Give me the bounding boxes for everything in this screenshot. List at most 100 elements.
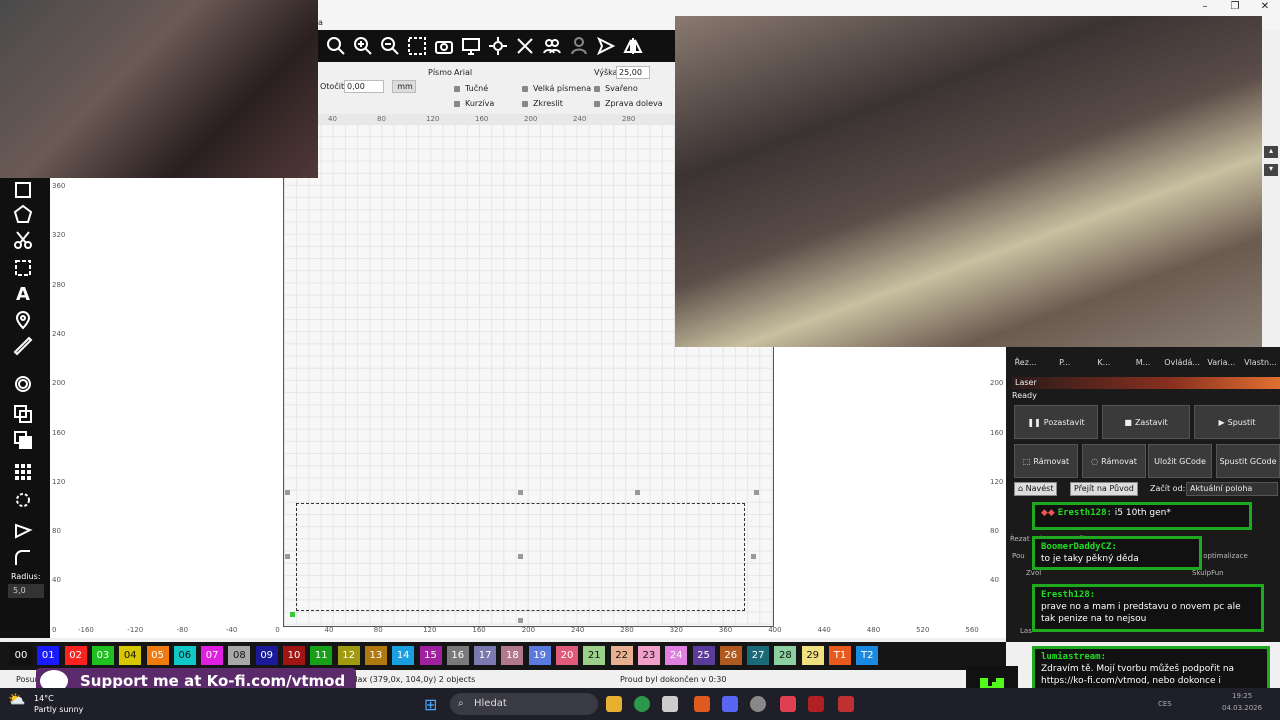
selection-handle[interactable] (518, 618, 523, 623)
layer-color-swatch[interactable]: 28 (774, 646, 797, 665)
pause-button[interactable]: ❚❚ Pozastavit (1014, 405, 1098, 439)
users-icon[interactable] (540, 34, 564, 58)
rtl-checkbox[interactable]: Zprava doleva (594, 99, 663, 108)
layer-color-swatch[interactable]: 00 (10, 646, 32, 665)
selection-handle[interactable] (751, 554, 756, 559)
clock-time[interactable]: 19:25 (1232, 692, 1252, 700)
selection-center-handle[interactable] (518, 554, 523, 559)
boolean-subtract-icon[interactable] (10, 428, 36, 452)
layer-color-swatch[interactable]: 22 (610, 646, 633, 665)
goto-origin-button[interactable]: Přejít na Původ (1070, 482, 1138, 496)
zoom-fit-icon[interactable] (324, 34, 348, 58)
obs-icon[interactable] (750, 696, 766, 712)
distort-checkbox[interactable]: Zkreslit (522, 99, 563, 108)
layer-color-swatch[interactable]: 14 (392, 646, 415, 665)
minimize-button[interactable]: – (1190, 0, 1220, 14)
zoom-in-icon[interactable] (351, 34, 375, 58)
layer-color-swatch[interactable]: 03 (91, 646, 114, 665)
tab-variants[interactable]: Varia... (1202, 355, 1241, 371)
layer-color-swatch[interactable]: 24 (665, 646, 688, 665)
layer-color-swatch[interactable]: 26 (719, 646, 742, 665)
selection-handle[interactable] (518, 490, 523, 495)
scroll-down-icon[interactable]: ▾ (1264, 164, 1278, 176)
tab-k[interactable]: K... (1084, 355, 1123, 371)
save-gcode-button[interactable]: Uložit GCode (1148, 444, 1212, 478)
boolean-union-icon[interactable] (10, 402, 36, 426)
layer-color-swatch[interactable]: T2 (856, 646, 879, 665)
language-indicator[interactable]: CES (1158, 700, 1172, 708)
corner-tool-icon[interactable] (10, 256, 36, 280)
start-from-select[interactable]: Aktuální poloha (1186, 482, 1278, 496)
layer-color-swatch[interactable]: 11 (310, 646, 333, 665)
frame-button[interactable]: ⬚ Rámovat (1014, 444, 1078, 478)
camera-icon[interactable] (432, 34, 456, 58)
frame-circle-button[interactable]: ◌ Rámovat (1082, 444, 1146, 478)
search-box[interactable]: ⌕ Hledat (450, 693, 598, 715)
discord-icon[interactable] (722, 696, 738, 712)
layer-color-swatch[interactable]: 25 (692, 646, 715, 665)
welded-checkbox[interactable]: Svařeno (594, 84, 638, 93)
scissors-icon[interactable] (10, 228, 36, 252)
uppercase-checkbox[interactable]: Velká písmena (522, 84, 591, 93)
offset-icon[interactable] (10, 372, 36, 396)
layer-color-swatch[interactable]: 13 (364, 646, 387, 665)
chrome-icon[interactable] (634, 696, 650, 712)
layer-color-swatch[interactable]: 10 (283, 646, 305, 665)
home-button[interactable]: ⌂ Navést (1014, 482, 1058, 496)
layer-color-swatch[interactable]: 18 (501, 646, 524, 665)
brave-icon[interactable] (694, 696, 710, 712)
position-pin-icon[interactable] (10, 308, 36, 332)
tab-controls[interactable]: Ovládá... (1163, 355, 1202, 371)
send-icon[interactable] (594, 34, 618, 58)
layer-color-swatch[interactable]: 23 (637, 646, 660, 665)
tools-icon[interactable] (513, 34, 537, 58)
scroll-up-icon[interactable]: ▴ (1264, 146, 1278, 158)
layer-color-swatch[interactable]: 07 (201, 646, 224, 665)
tab-cuts[interactable]: Řez... (1006, 355, 1045, 371)
app-icon[interactable] (662, 696, 678, 712)
maximize-button[interactable]: ❐ (1220, 0, 1250, 14)
radius-input[interactable]: 5,0 (8, 584, 44, 598)
selection-handle[interactable] (635, 490, 640, 495)
layer-color-swatch[interactable]: 16 (446, 646, 469, 665)
circular-array-icon[interactable] (10, 488, 36, 512)
selection-handle[interactable] (285, 490, 290, 495)
close-button[interactable]: ✕ (1250, 0, 1280, 14)
selection-handle[interactable] (754, 490, 759, 495)
user-icon[interactable] (567, 34, 591, 58)
layer-color-swatch[interactable]: 01 (37, 646, 60, 665)
clock-date[interactable]: 04.03.2026 (1222, 704, 1262, 712)
zoom-out-icon[interactable] (378, 34, 402, 58)
monitor-icon[interactable] (459, 34, 483, 58)
layer-color-swatch[interactable]: 17 (474, 646, 497, 665)
layer-color-swatch[interactable]: 21 (583, 646, 606, 665)
mirror-icon[interactable] (621, 34, 645, 58)
text-tool-icon[interactable]: A (10, 282, 36, 306)
layer-color-swatch[interactable]: 09 (255, 646, 278, 665)
explorer-icon[interactable] (606, 696, 622, 712)
measure-ruler-icon[interactable] (10, 334, 36, 358)
path-arrow-icon[interactable] (10, 518, 36, 542)
layer-color-swatch[interactable]: 02 (64, 646, 87, 665)
layer-color-swatch[interactable]: 06 (173, 646, 196, 665)
rotate-input[interactable]: 0,00 (344, 80, 384, 93)
grid-array-icon[interactable] (10, 460, 36, 484)
layer-color-swatch[interactable]: T1 (829, 646, 851, 665)
start-button[interactable]: ▶ Spustit (1194, 405, 1280, 439)
layer-color-swatch[interactable]: 15 (419, 646, 442, 665)
layer-color-swatch[interactable]: 04 (119, 646, 142, 665)
stop-button[interactable]: ■ Zastavit (1102, 405, 1190, 439)
run-gcode-button[interactable]: Spustit GCode (1216, 444, 1280, 478)
layer-color-swatch[interactable]: 29 (801, 646, 824, 665)
height-input[interactable]: 25,00 (616, 66, 650, 79)
corner-radius-icon[interactable] (10, 546, 36, 570)
tab-m[interactable]: M... (1123, 355, 1162, 371)
tab-properties[interactable]: Vlastn... (1241, 355, 1280, 371)
start-icon[interactable]: ⊞ (424, 695, 437, 714)
settings-gear-icon[interactable] (486, 34, 510, 58)
layer-color-swatch[interactable]: 08 (228, 646, 251, 665)
rectangle-tool-icon[interactable] (10, 178, 36, 202)
layer-color-swatch[interactable]: 20 (556, 646, 578, 665)
lightburn-icon[interactable] (838, 696, 854, 712)
unit-button[interactable]: mm (392, 80, 416, 93)
